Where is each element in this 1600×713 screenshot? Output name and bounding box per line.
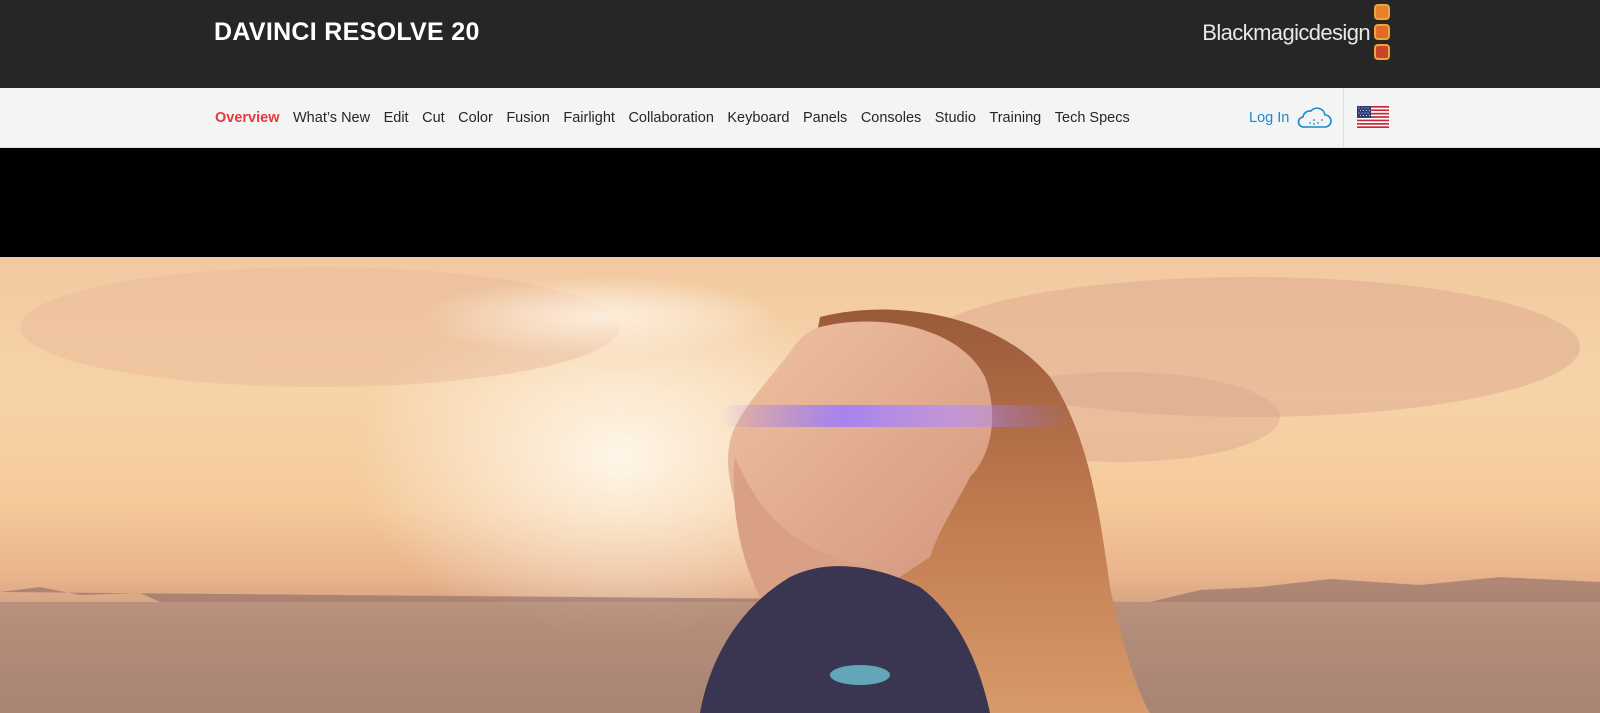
nav-item-collaboration[interactable]: Collaboration	[628, 110, 713, 126]
nav-item-fairlight[interactable]: Fairlight	[563, 110, 615, 126]
nav-item-panels[interactable]: Panels	[803, 110, 847, 126]
nav-item-studio[interactable]: Studio	[935, 110, 976, 126]
nav-item-whats-new[interactable]: What’s New	[293, 110, 370, 126]
product-nav: Overview What’s New Edit Cut Color Fusio…	[215, 88, 1143, 148]
top-header: DAVINCI RESOLVE 20 Blackmagicdesign	[0, 0, 1600, 88]
us-flag-icon[interactable]	[1357, 106, 1389, 128]
hero-illustration	[0, 267, 1600, 713]
nav-item-color[interactable]: Color	[458, 110, 493, 126]
nav-divider	[1343, 88, 1344, 148]
hero-image[interactable]	[0, 257, 1600, 713]
nav-item-cut[interactable]: Cut	[422, 110, 445, 126]
brand-wordmark: Blackmagicdesign	[1202, 20, 1370, 45]
brand-squares-icon	[1374, 4, 1390, 60]
brand-logo[interactable]: Blackmagicdesign	[1202, 4, 1390, 66]
login-label: Log In	[1249, 110, 1290, 126]
brand-square-icon	[1374, 4, 1390, 20]
nav-item-tech-specs[interactable]: Tech Specs	[1055, 110, 1130, 126]
nav-item-keyboard[interactable]: Keyboard	[727, 110, 789, 126]
product-title[interactable]: DAVINCI RESOLVE 20	[214, 16, 480, 48]
brand-square-icon	[1374, 44, 1390, 60]
brand-square-icon	[1374, 24, 1390, 40]
nav-item-consoles[interactable]: Consoles	[861, 110, 921, 126]
login-link[interactable]: Log In	[1249, 88, 1333, 148]
hero-letterbox	[0, 148, 1600, 257]
nav-item-training[interactable]: Training	[989, 110, 1041, 126]
nav-item-edit[interactable]: Edit	[384, 110, 409, 126]
nav-item-overview[interactable]: Overview	[215, 110, 280, 126]
cloud-icon	[1298, 107, 1333, 128]
nav-item-fusion[interactable]: Fusion	[506, 110, 550, 126]
